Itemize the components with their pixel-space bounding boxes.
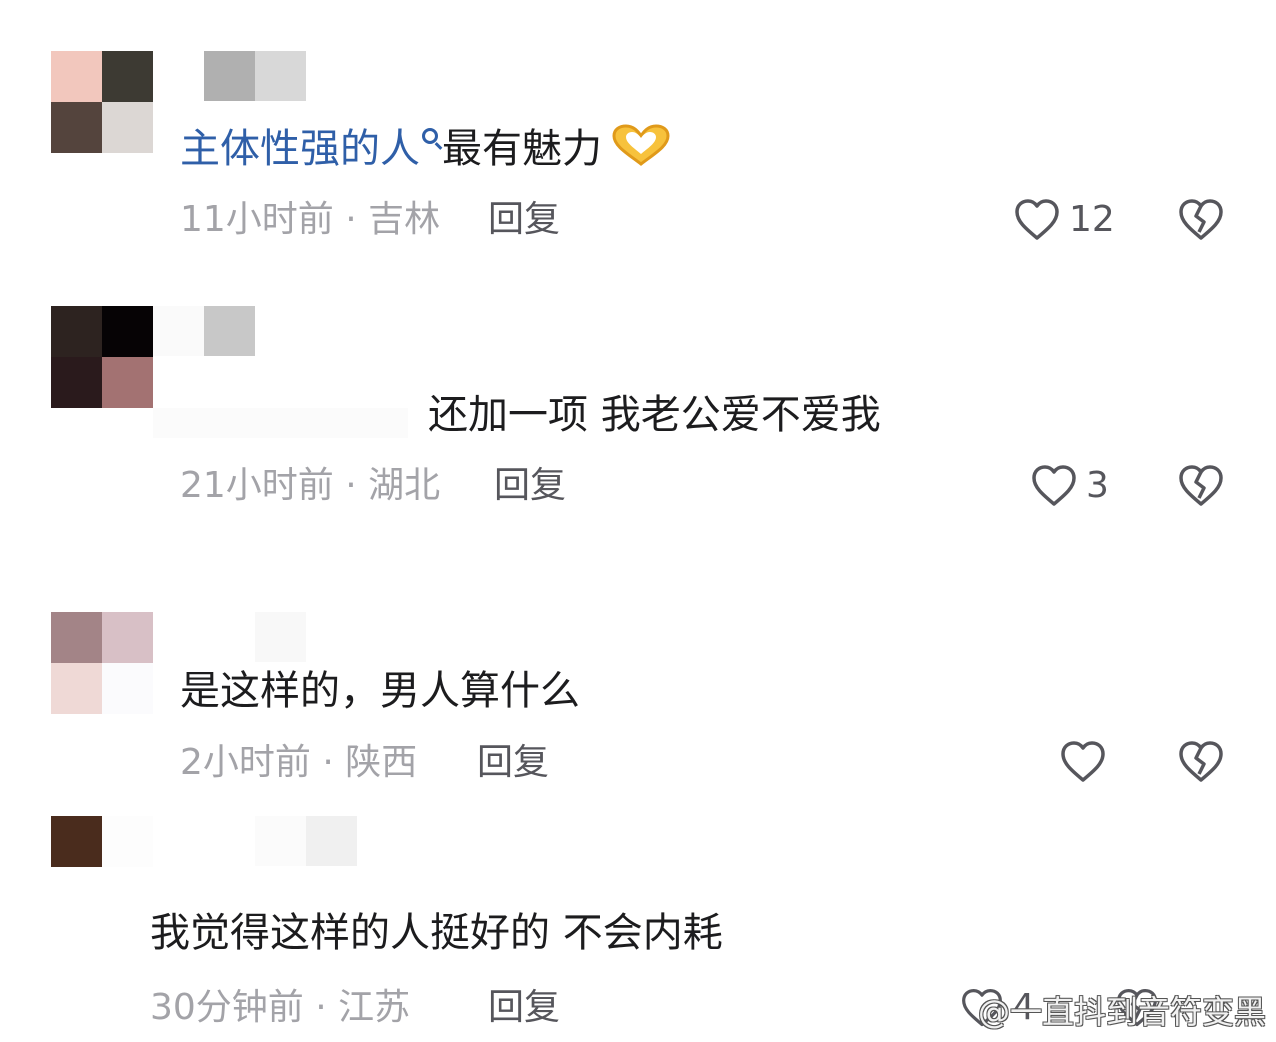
comment-text: 我觉得这样的人挺好的 不会内耗 <box>150 910 723 956</box>
heart-icon <box>1030 462 1078 510</box>
avatar[interactable] <box>51 816 153 867</box>
broken-heart-icon <box>1177 462 1225 510</box>
comment-text: 是这样的，男人算什么 <box>180 668 580 714</box>
redacted-block <box>153 408 408 438</box>
comment-meta: 11小时前 · 吉林 <box>180 199 441 240</box>
search-icon[interactable] <box>422 128 438 144</box>
comment-meta: 21小时前 · 湖北 <box>180 465 441 506</box>
comment-meta: 30分钟前 · 江苏 <box>150 987 411 1028</box>
topic-link[interactable]: 主体性强的人 <box>180 126 420 172</box>
reply-button[interactable]: 回复 <box>488 986 560 1030</box>
avatar[interactable] <box>51 306 153 408</box>
username-redacted[interactable] <box>204 51 306 101</box>
broken-heart-icon <box>1177 196 1225 244</box>
like-count: 12 <box>1069 199 1115 240</box>
avatar[interactable] <box>51 51 153 153</box>
like-count: 3 <box>1086 465 1109 506</box>
reply-button[interactable]: 回复 <box>494 464 566 508</box>
heart-icon <box>1059 738 1107 786</box>
dislike-button[interactable] <box>1177 462 1225 510</box>
username-redacted[interactable] <box>153 306 255 356</box>
comment-body: 主体性强的人 最有魅力 <box>180 124 674 174</box>
like-button[interactable]: 3 <box>1030 462 1109 510</box>
comment-text: 最有魅力 <box>442 126 602 172</box>
weibo-watermark: @一直抖到音符变黑 <box>977 993 1266 1031</box>
broken-heart-icon <box>1177 738 1225 786</box>
like-button[interactable] <box>1059 738 1115 786</box>
username-redacted[interactable] <box>255 612 306 662</box>
avatar[interactable] <box>51 612 153 714</box>
reply-button[interactable]: 回复 <box>488 198 560 242</box>
comment-text: 还加一项 我老公爱不爱我 <box>428 392 881 438</box>
dislike-button[interactable] <box>1177 738 1225 786</box>
dislike-button[interactable] <box>1177 196 1225 244</box>
username-redacted[interactable] <box>255 816 357 866</box>
reply-button[interactable]: 回复 <box>477 741 549 785</box>
heart-icon <box>1013 196 1061 244</box>
heart-hands-emoji-icon <box>608 124 674 168</box>
comment-meta: 2小时前 · 陕西 <box>180 742 418 783</box>
like-button[interactable]: 12 <box>1013 196 1115 244</box>
